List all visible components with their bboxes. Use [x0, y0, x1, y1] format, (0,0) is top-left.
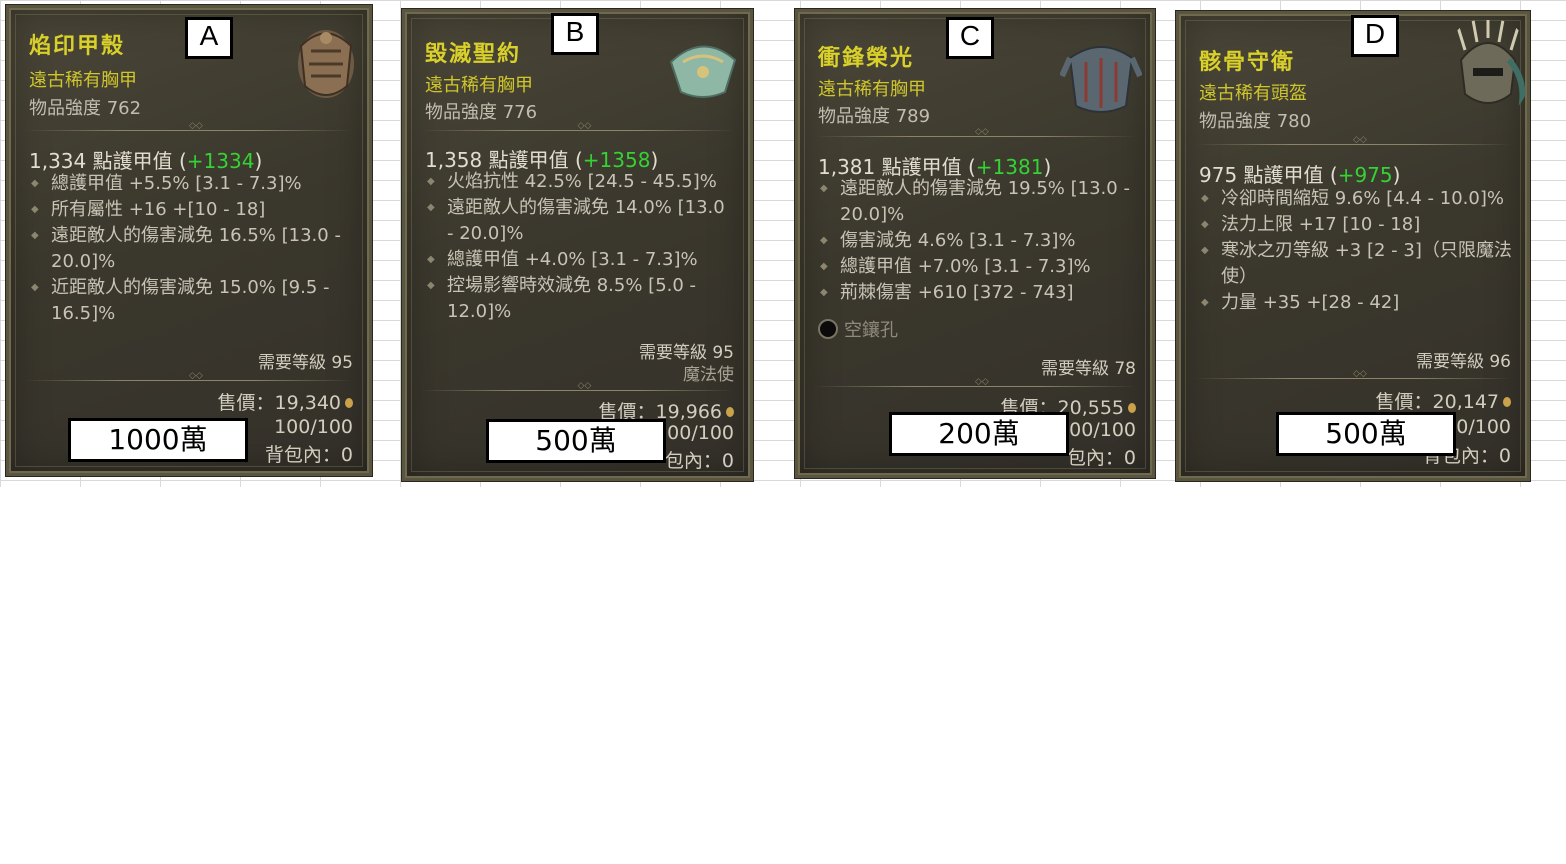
divider: [421, 381, 734, 391]
chest-armor-icon: [1060, 46, 1142, 113]
chest-armor-icon: [669, 45, 737, 98]
label-c: C: [946, 17, 994, 59]
item-rarity: 遠古稀有胸甲: [818, 79, 926, 100]
affix: 冷卻時間縮短 9.6% [4.4 - 10.0]%: [1199, 186, 1513, 212]
divider: [421, 121, 734, 131]
durability: 00/100: [1069, 419, 1136, 441]
item-power: 物品強度 762: [29, 98, 142, 119]
affix: 所有屬性 +16 +[10 - 18]: [29, 197, 355, 223]
affix-list: 總護甲值 +5.5% [3.1 - 7.3]% 所有屬性 +16 +[10 - …: [29, 171, 355, 327]
class-requirement: 魔法使: [683, 365, 734, 385]
empty-socket: 空鑲孔: [818, 316, 898, 342]
price-tag-c: 200萬: [889, 412, 1069, 456]
label-b: B: [551, 13, 599, 55]
item-name: 毀滅聖約: [425, 42, 522, 67]
label-d: D: [1351, 15, 1399, 57]
item-card-b[interactable]: 毀滅聖約 遠古稀有胸甲 物品強度 776 1,358 點護甲值 (+1358) …: [401, 8, 754, 482]
divider: [1195, 369, 1511, 379]
item-power: 物品強度 789: [818, 106, 931, 127]
armor-bonus: +1334: [186, 149, 255, 173]
affix: 力量 +35 +[28 - 42]: [1199, 290, 1513, 316]
item-card-a[interactable]: 焰印甲殼 遠古稀有胸甲 物品強度 762 1,334 點護甲值 (+1334) …: [5, 4, 373, 477]
item-rarity: 遠古稀有胸甲: [425, 75, 533, 96]
armor-value-text: 975 點護甲值: [1199, 163, 1324, 187]
chest-armor-icon: [298, 30, 354, 98]
item-name: 衝鋒榮光: [818, 46, 915, 71]
label-a: A: [185, 17, 233, 59]
item-power: 物品強度 780: [1199, 111, 1312, 132]
gold-coin-icon: [726, 407, 734, 417]
affix: 寒冰之刃等級 +3 [2 - 3]（只限魔法使）: [1199, 238, 1513, 290]
armor-value: 975 點護甲值 (+975): [1199, 163, 1401, 187]
affix-list: 遠距敵人的傷害減免 19.5% [13.0 - 20.0]% 傷害減免 4.6%…: [818, 176, 1138, 306]
item-power: 物品強度 776: [425, 102, 538, 123]
affix-list: 冷卻時間縮短 9.6% [4.4 - 10.0]% 法力上限 +17 [10 -…: [1199, 186, 1513, 316]
inventory-count: 背包內：0: [264, 444, 353, 466]
durability: 100/100: [655, 422, 734, 444]
divider: [1195, 135, 1511, 145]
sell-price-text: 售價：19,340: [217, 392, 341, 414]
armor-value: 1,334 點護甲值 (+1334): [29, 149, 263, 173]
item-name: 骸骨守衛: [1199, 50, 1296, 75]
affix: 控場影響時效減免 8.5% [5.0 - 12.0]%: [425, 273, 736, 325]
affix: 遠距敵人的傷害減免 14.0% [13.0 - 20.0]%: [425, 195, 736, 247]
price-tag-d: 500萬: [1276, 412, 1456, 456]
item-card-d[interactable]: 骸骨守衛 遠古稀有頭盔 物品強度 780 975 點護甲值 (+975) 冷卻時…: [1175, 10, 1531, 482]
affix: 遠距敵人的傷害減免 19.5% [13.0 - 20.0]%: [818, 176, 1138, 228]
gold-coin-icon: [1503, 397, 1511, 407]
gold-coin-icon: [1128, 403, 1136, 413]
durability: 100/100: [274, 416, 353, 438]
divider: [814, 377, 1136, 387]
affix: 荊棘傷害 +610 [372 - 743]: [818, 280, 1138, 306]
affix: 法力上限 +17 [10 - 18]: [1199, 212, 1513, 238]
inventory-count: 包內：0: [1066, 447, 1136, 469]
socket-text: 空鑲孔: [844, 320, 898, 341]
affix-list: 火焰抗性 42.5% [24.5 - 45.5]% 遠距敵人的傷害減免 14.0…: [425, 169, 736, 325]
sell-price: 售價：19,340: [218, 388, 353, 415]
affix: 總護甲值 +4.0% [3.1 - 7.3]%: [425, 247, 736, 273]
required-level: 需要等級 78: [1040, 359, 1136, 379]
affix: 總護甲值 +7.0% [3.1 - 7.3]%: [818, 254, 1138, 280]
item-rarity: 遠古稀有頭盔: [1199, 83, 1307, 104]
inventory-count: 包內：0: [664, 450, 734, 472]
item-rarity: 遠古稀有胸甲: [29, 70, 137, 91]
divider: [814, 127, 1136, 137]
socket-icon: [818, 319, 838, 339]
item-name: 焰印甲殼: [29, 34, 126, 59]
helm-icon: [1455, 20, 1526, 111]
price-tag-a: 1000萬: [68, 418, 248, 462]
divider: [25, 121, 353, 131]
affix: 總護甲值 +5.5% [3.1 - 7.3]%: [29, 171, 355, 197]
required-level: 需要等級 95: [257, 353, 353, 373]
price-tag-b: 500萬: [486, 419, 666, 463]
armor-bonus: +975: [1337, 163, 1393, 187]
sell-price: 售價：20,147: [1376, 387, 1511, 414]
sell-price-text: 售價：20,147: [1375, 391, 1499, 413]
affix: 遠距敵人的傷害減免 16.5% [13.0 - 20.0]%: [29, 223, 355, 275]
affix: 傷害減免 4.6% [3.1 - 7.3]%: [818, 228, 1138, 254]
item-card-c[interactable]: 衝鋒榮光 遠古稀有胸甲 物品強度 789 1,381 點護甲值 (+1381) …: [794, 8, 1156, 479]
gold-coin-icon: [345, 398, 353, 408]
affix: 近距敵人的傷害減免 15.0% [9.5 - 16.5]%: [29, 275, 355, 327]
required-level: 需要等級 96: [1415, 352, 1511, 372]
armor-value-text: 1,334 點護甲值: [29, 149, 173, 173]
divider: [25, 371, 353, 381]
affix: 火焰抗性 42.5% [24.5 - 45.5]%: [425, 169, 736, 195]
